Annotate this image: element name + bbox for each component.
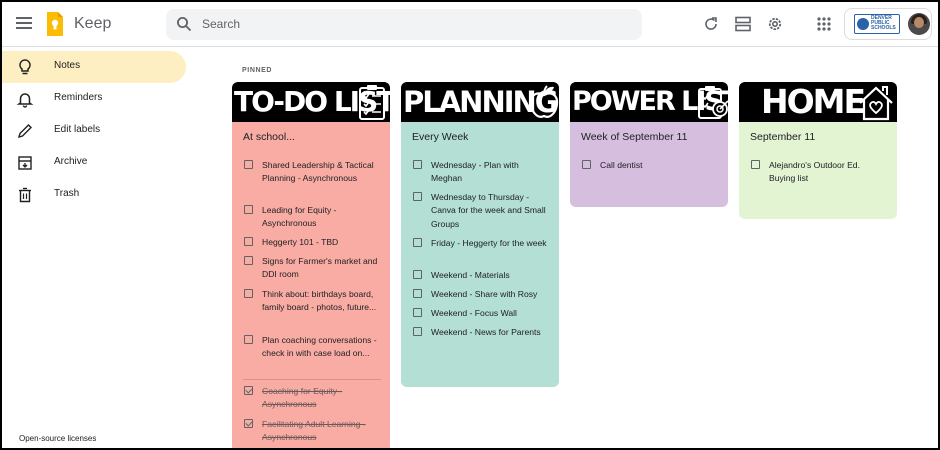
checklist-item-text[interactable]: Plan coaching conversations - check in w… [262,334,380,361]
apps-grid-icon[interactable] [815,15,833,33]
sidebar-item-label: Notes [54,60,81,71]
note-banner: PLANNING [401,82,559,122]
checklist-item-text[interactable]: Wednesday - Plan with Meghan [431,159,549,186]
checklist-item-text[interactable]: Signs for Farmer's market and DDI room [262,255,380,282]
checklist-item-text[interactable]: Coaching for Equity - Asynchronous [262,385,380,412]
checklist-item-text[interactable]: Facilitating Adult Learning - Asynchrono… [262,418,380,445]
trash-icon [19,187,31,203]
note-card[interactable]: HOME September 11 Alejandro's Outdoor Ed… [739,82,897,219]
checkbox-checked[interactable] [244,419,253,428]
checkbox[interactable] [413,192,422,201]
checklist-item-text[interactable]: Wednesday to Thursday - Canva for the we… [431,191,549,231]
note-card[interactable]: TO-DO LIST At school... Shared Leadershi… [232,82,390,448]
checkbox[interactable] [413,238,422,247]
bell-icon [16,93,34,108]
menu-icon[interactable] [14,14,34,34]
house-heart-icon [859,86,893,121]
checkbox[interactable] [413,160,422,169]
note-title: September 11 [750,131,816,143]
checkbox-checked[interactable] [244,386,253,395]
sidebar-item-notes[interactable]: Notes [2,51,186,83]
avatar[interactable] [908,13,930,35]
checklist-item-text[interactable]: Shared Leadership & Tactical Planning - … [262,159,380,186]
pencil-icon [17,124,32,139]
checkbox[interactable] [413,270,422,279]
checkbox[interactable] [244,289,253,298]
checklist-item-text[interactable]: Weekend - Focus Wall [431,307,549,320]
sidebar-item-reminders[interactable]: Reminders [2,83,186,115]
checklist-item-text[interactable]: Think about: birthdays board, family boa… [262,288,380,315]
sidebar-item-label: Edit labels [54,124,101,135]
checklist-item-text[interactable]: Call dentist [600,159,718,172]
checkbox[interactable] [413,308,422,317]
list-view-icon[interactable] [734,15,752,33]
note-title: Every Week [412,131,469,143]
checklist-item-text[interactable]: Weekend - Share with Rosy [431,288,549,301]
checked-items-divider [243,379,381,380]
sidebar-item-edit-labels[interactable]: Edit labels [2,115,186,147]
checklist-item-text[interactable]: Leading for Equity - Asynchronous [262,204,380,231]
search-input[interactable] [202,14,622,34]
checkbox[interactable] [244,160,253,169]
account-switcher[interactable]: DENVER PUBLIC SCHOOLS [844,8,932,40]
search-icon[interactable] [176,16,192,32]
checklist-clipboard-icon [359,85,385,120]
refresh-icon[interactable] [702,15,720,33]
checklist-item-text[interactable]: Friday - Heggerty for the week [431,237,549,250]
pinned-section-label: PINNED [242,67,273,74]
note-banner: HOME [739,82,897,122]
checklist-item-text[interactable]: Heggerty 101 - TBD [262,236,380,249]
note-card[interactable]: PLANNING Every Week Wednesday - Plan wit… [401,82,559,387]
note-banner: POWER LIST [570,82,728,122]
top-bar: Keep Search DENVER PUBLIC SCHOOLS [2,2,938,47]
note-banner: TO-DO LIST [232,82,390,122]
checkbox[interactable] [413,289,422,298]
apple-icon [529,85,559,118]
checklist-item-text[interactable]: Weekend - News for Parents [431,326,549,339]
sidebar-item-label: Trash [54,188,80,199]
checkbox[interactable] [244,335,253,344]
lightbulb-icon [19,59,31,75]
sidebar-item-label: Reminders [54,92,103,103]
checkbox[interactable] [751,160,760,169]
keep-logo-icon[interactable] [46,11,64,37]
keep-app: Keep Search DENVER PUBLIC SCHOOLS Notes … [0,0,940,450]
note-title: At school... [243,131,295,143]
checklist-item-text[interactable]: Alejandro's Outdoor Ed. Buying list [769,159,887,186]
checkbox[interactable] [244,205,253,214]
note-card[interactable]: POWER LIST Week of September 11 Call den… [570,82,728,207]
search-bar[interactable] [166,9,642,40]
target-clipboard-icon [698,86,728,119]
archive-icon [18,156,32,170]
checkbox[interactable] [244,256,253,265]
sidebar-item-label: Archive [54,156,88,167]
app-title[interactable]: Keep [74,15,111,33]
gear-icon[interactable] [766,15,784,33]
checkbox[interactable] [582,160,591,169]
sidebar-item-archive[interactable]: Archive [2,147,186,179]
note-title: Week of September 11 [581,131,688,143]
checklist-item-text[interactable]: Weekend - Materials [431,269,549,282]
open-source-licenses-link[interactable]: Open-source licenses [19,434,96,443]
checkbox[interactable] [244,237,253,246]
checkbox[interactable] [413,327,422,336]
organization-logo: DENVER PUBLIC SCHOOLS [854,14,900,34]
banner-title: HOME [761,82,866,121]
sidebar-item-trash[interactable]: Trash [2,179,186,211]
